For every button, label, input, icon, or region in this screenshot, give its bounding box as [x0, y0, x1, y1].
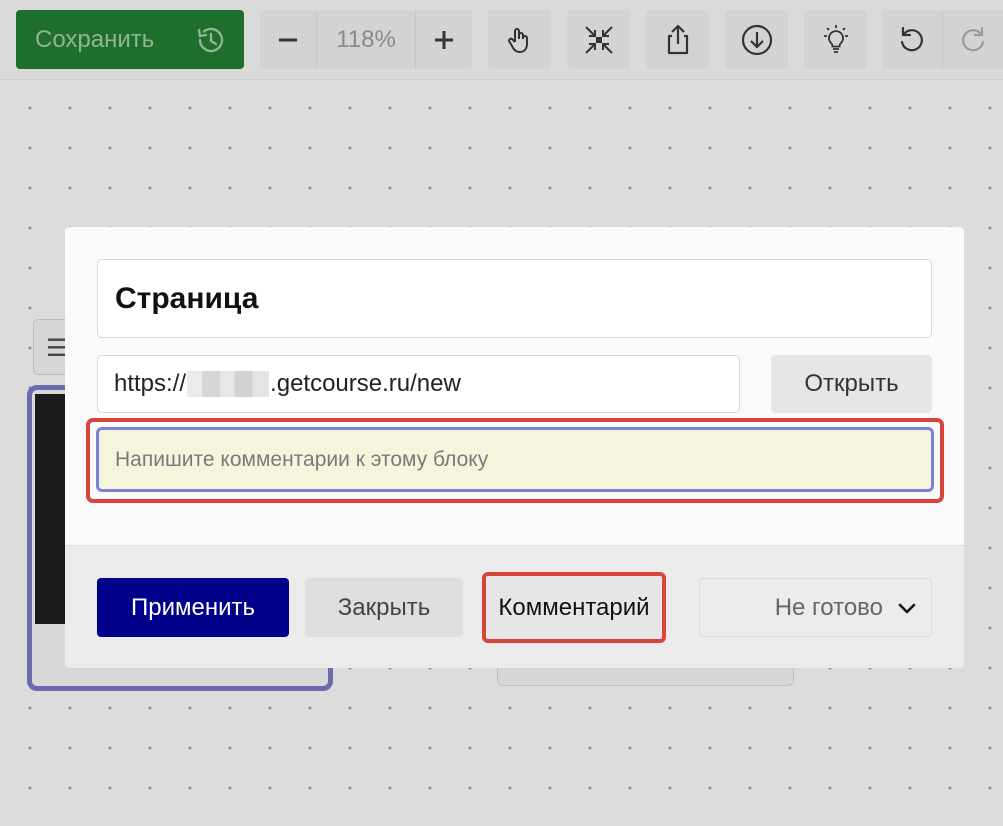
history-icon[interactable]: [195, 24, 227, 56]
download-icon: [741, 24, 772, 55]
block-edit-dialog: Страница https:// .getcourse.ru/new Откр…: [65, 227, 964, 668]
tips-button[interactable]: [804, 10, 867, 69]
page-title-field[interactable]: Страница: [97, 259, 932, 338]
zoom-level: 118%: [316, 10, 416, 69]
url-suffix: .getcourse.ru/new: [270, 370, 461, 397]
hand-icon: [507, 27, 528, 53]
download-button[interactable]: [725, 10, 788, 69]
collapse-icon: [584, 25, 613, 54]
open-button[interactable]: Открыть: [771, 355, 932, 413]
save-button-label: Сохранить: [35, 25, 155, 53]
zoom-in-button[interactable]: [416, 10, 472, 69]
redacted-subdomain: [187, 371, 270, 397]
plus-icon: [435, 30, 453, 49]
undo-icon: [900, 26, 923, 51]
comment-input[interactable]: [96, 427, 934, 492]
zoom-control: 118%: [260, 10, 472, 69]
save-button[interactable]: Сохранить: [16, 10, 244, 69]
redo-icon: [961, 26, 984, 51]
history-controls: [882, 10, 1003, 69]
toolbar: Сохранить 118%: [0, 0, 1003, 80]
minus-icon: [279, 38, 297, 41]
dialog-body: Страница https:// .getcourse.ru/new Откр…: [65, 227, 964, 545]
chevron-down-icon: [898, 603, 916, 613]
status-dropdown[interactable]: Не готово: [699, 578, 932, 637]
share-button[interactable]: [646, 10, 709, 69]
url-prefix: https://: [114, 370, 187, 397]
zoom-out-button[interactable]: [260, 10, 316, 69]
undo-button[interactable]: [882, 10, 942, 69]
apply-button[interactable]: Применить: [97, 578, 289, 637]
dialog-footer: Применить Закрыть Комментарий Не готово: [65, 545, 964, 668]
comment-button[interactable]: Комментарий: [482, 572, 666, 643]
pan-tool-button[interactable]: [488, 10, 551, 69]
status-value: Не готово: [774, 593, 883, 621]
url-field[interactable]: https:// .getcourse.ru/new: [97, 355, 740, 413]
lightbulb-icon: [823, 24, 848, 53]
page-title-value: Страница: [115, 281, 259, 315]
fit-button[interactable]: [567, 10, 630, 69]
close-button[interactable]: Закрыть: [305, 578, 463, 637]
redo-button[interactable]: [942, 10, 1002, 69]
share-icon: [667, 24, 688, 54]
